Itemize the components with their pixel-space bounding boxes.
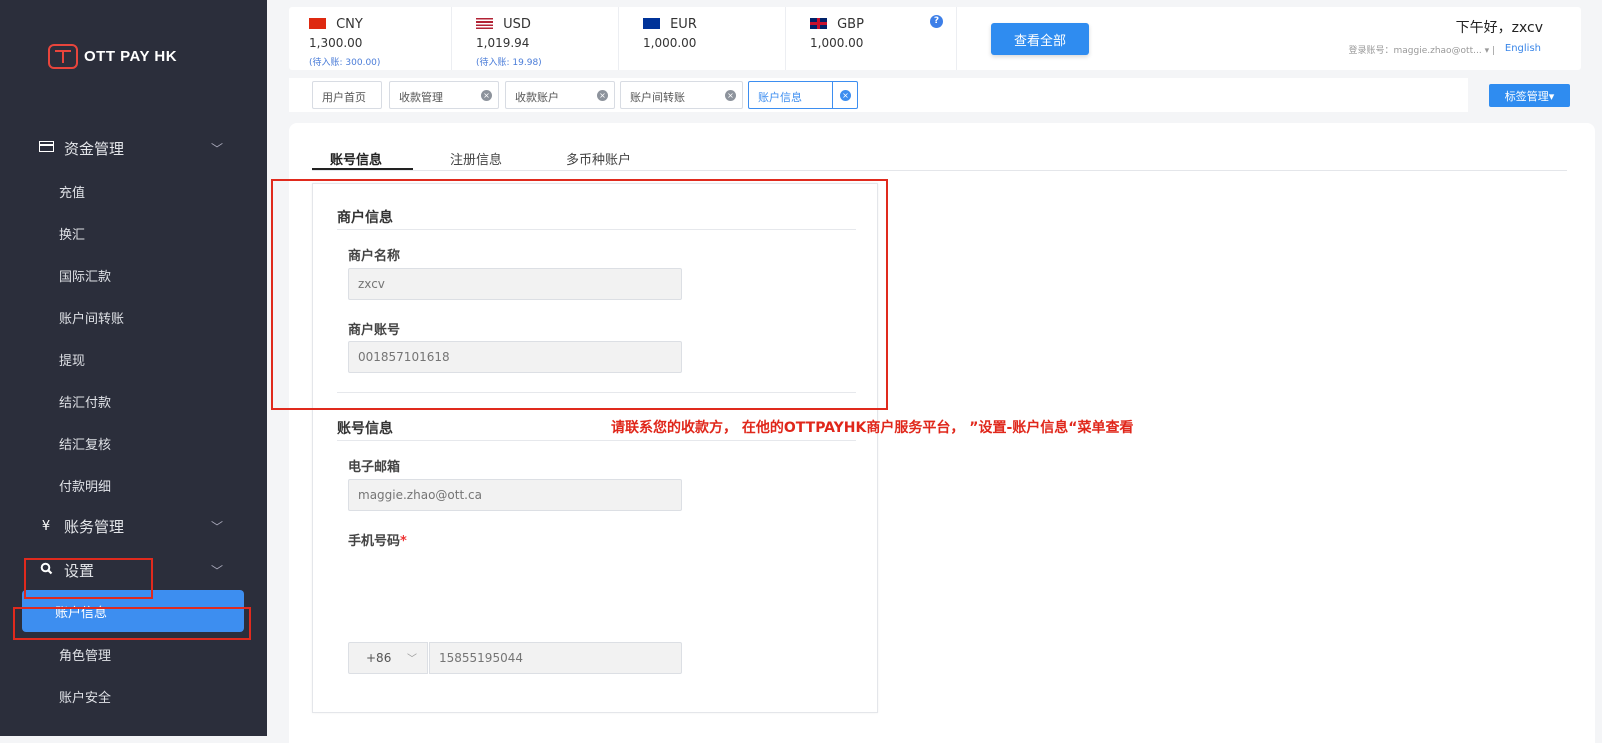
ott-logo-icon [48,44,78,69]
sidebar-group-label: 资金管理 [64,140,125,158]
balance-amount: 1,000.00 [643,36,697,50]
uk-flag-icon [810,18,827,29]
sidebar-item-exchange[interactable]: 换汇 [59,224,85,243]
eu-flag-icon [643,18,660,29]
annotation-note: 请联系您的收款方， 在他的OTTPAYHK商户服务平台， ”设置-账户信息“菜单… [611,420,1134,436]
balance-bar: CNY 1,300.00 (待入账: 300.00) USD 1,019.94 … [289,7,1581,70]
balance-eur: EUR 1,000.00 [643,13,697,50]
email-field [348,479,682,511]
yen-icon: ¥ [41,519,51,534]
sidebar-item-withdraw[interactable]: 提现 [59,350,85,369]
sidebar-group-accounting[interactable]: ¥ 账务管理 ﹀ [38,516,223,537]
tag-label: 账户信息 [758,91,802,104]
tag-label: 收款管理 [399,91,443,104]
merchant-account-field [348,341,682,373]
card-icon [38,141,54,156]
merchant-section-title: 商户信息 [337,210,393,226]
pending-amount: (待入账: 19.98) [476,58,542,68]
country-code-value: +86 [366,651,392,665]
greeting: 下午好，zxcv [1455,20,1543,36]
tab-registration-info[interactable]: 注册信息 [450,149,502,168]
tag-label: 账户间转账 [630,91,685,104]
balance-cny: CNY 1,300.00 (待入账: 300.00) [309,13,380,68]
phone-label: 手机号码* [348,534,407,549]
sidebar-group-label: 设置 [64,562,95,580]
balance-amount: 1,000.00 [810,36,864,50]
close-icon[interactable]: × [481,90,492,101]
balance-amount: 1,300.00 [309,36,363,50]
view-all-button[interactable]: 查看全部 [991,23,1089,55]
tab-account-info[interactable]: 账号信息 [330,149,382,168]
tag-management-button[interactable]: 标签管理▾ [1489,84,1570,107]
tag-collection-management[interactable]: 收款管理 × [389,81,499,109]
help-icon[interactable]: ? [930,15,943,28]
china-flag-icon [309,18,326,29]
tab-multi-currency-account[interactable]: 多币种账户 [566,149,631,168]
chevron-down-icon: ﹀ [210,564,223,578]
logo-text: OTT PAY HK [84,48,178,65]
close-icon[interactable]: × [597,90,608,101]
logo[interactable]: OTT PAY HK [48,44,177,69]
sidebar: OTT PAY HK 资金管理 ﹀ 充值 换汇 国际汇款 账户间转账 提现 结汇… [0,0,267,736]
balance-usd: USD 1,019.94 (待入账: 19.98) [476,13,542,68]
chevron-down-icon: ﹀ [210,520,223,534]
tag-tabs-bar: 用户首页 收款管理 × 收款账户 × 账户间转账 × 账户信息 × [289,78,1468,112]
login-account-text: 登录账号：maggie.zhao@ott... [1348,46,1482,56]
country-code-select[interactable]: +86 ﹀ [348,642,428,674]
sidebar-item-account-info[interactable]: 账户信息 [22,590,244,632]
sidebar-item-account-security[interactable]: 账户安全 [59,687,111,706]
account-section-title: 账号信息 [337,421,393,437]
phone-field [429,642,682,674]
close-icon[interactable]: × [840,90,851,101]
chevron-down-icon: ﹀ [210,142,223,156]
merchant-name-label: 商户名称 [348,249,401,264]
sidebar-item-settlement-review[interactable]: 结汇复核 [59,434,111,453]
email-label: 电子邮箱 [348,460,401,475]
login-account-dropdown[interactable]: 登录账号：maggie.zhao@ott... ▾ | [1348,43,1495,56]
tag-label: 收款账户 [515,91,559,104]
currency-code: USD [503,17,531,32]
sidebar-item-role-management[interactable]: 角色管理 [59,645,111,664]
sidebar-item-settlement-payment[interactable]: 结汇付款 [59,392,111,411]
tag-user-home[interactable]: 用户首页 [312,81,382,109]
active-tab-indicator [312,168,413,170]
pending-amount: (待入账: 300.00) [309,58,381,68]
balance-amount: 1,019.94 [476,36,530,50]
chevron-down-icon: ﹀ [407,654,417,665]
tag-account-transfer[interactable]: 账户间转账 × [620,81,743,109]
currency-code: GBP [837,17,864,32]
sidebar-item-account-transfer[interactable]: 账户间转账 [59,308,124,327]
tag-account-info[interactable]: 账户信息 × [748,81,858,109]
tag-collection-account[interactable]: 收款账户 × [505,81,615,109]
language-switch[interactable]: English [1505,43,1541,54]
merchant-name-field [348,268,682,300]
us-flag-icon [476,18,493,29]
merchant-account-label: 商户账号 [348,323,401,338]
currency-code: CNY [336,17,363,32]
balance-gbp: GBP 1,000.00 [810,13,864,50]
sidebar-group-settings[interactable]: 设置 ﹀ [38,560,223,581]
tag-label: 用户首页 [322,91,366,104]
account-info-card: 商户信息 商户名称 商户账号 账号信息 电子邮箱 手机号码* +86 ﹀ [312,183,878,713]
close-icon[interactable]: × [725,90,736,101]
sidebar-item-intl-remittance[interactable]: 国际汇款 [59,266,111,285]
sidebar-group-fund[interactable]: 资金管理 ﹀ [38,138,223,159]
sidebar-item-recharge[interactable]: 充值 [59,182,85,201]
sidebar-item-payment-details[interactable]: 付款明细 [59,476,111,495]
sidebar-group-label: 账务管理 [64,518,125,536]
currency-code: EUR [670,17,697,32]
required-mark: * [400,534,407,549]
search-icon [38,562,54,579]
caret-down-icon: ▾ [1484,46,1490,56]
